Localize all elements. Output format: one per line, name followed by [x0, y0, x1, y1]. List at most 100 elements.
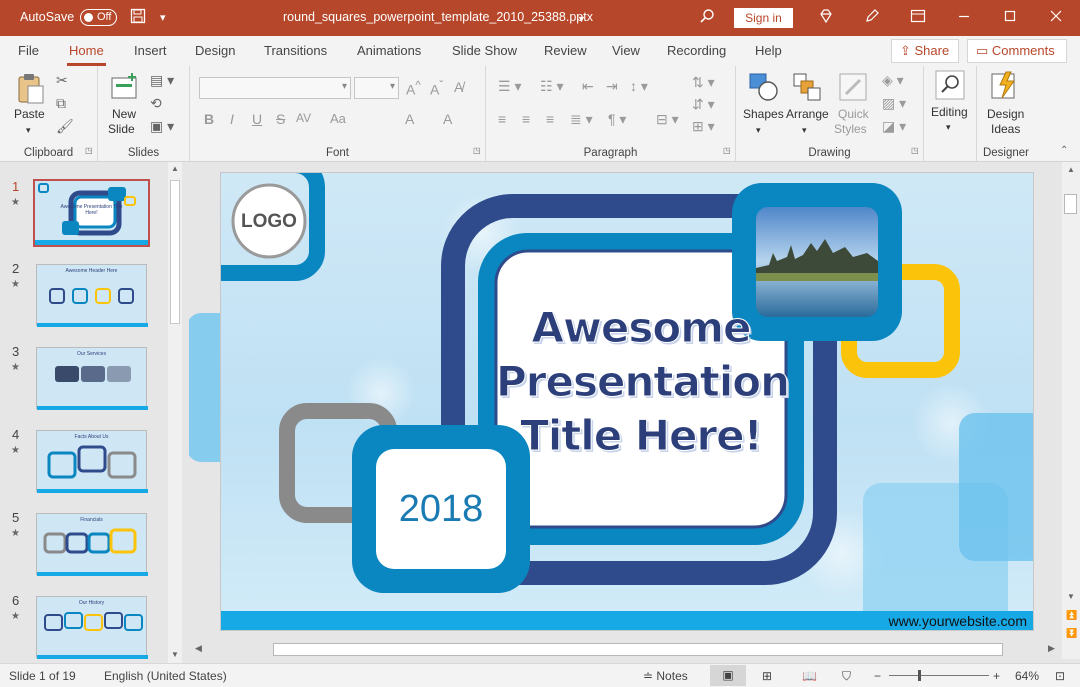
- arrange-icon[interactable]: [792, 72, 822, 105]
- new-slide-label-2[interactable]: Slide: [108, 122, 135, 137]
- slide-show-icon[interactable]: ⛉: [842, 669, 851, 684]
- reset-icon[interactable]: ⟲: [150, 95, 162, 112]
- slide-thumbnail-2[interactable]: Awesome Header Here: [36, 264, 148, 327]
- slide-thumbnail-6[interactable]: Our History: [36, 596, 148, 659]
- diamond-icon[interactable]: [818, 8, 834, 30]
- arrange-label[interactable]: Arrange: [786, 107, 829, 122]
- line-spacing-icon[interactable]: ↕ ▾: [630, 78, 648, 95]
- tab-insert[interactable]: Insert: [134, 43, 167, 58]
- zoom-in-icon[interactable]: +: [993, 669, 1000, 683]
- sign-in-button[interactable]: Sign in: [734, 8, 793, 28]
- slide-vertical-scrollbar[interactable]: ▲ ▼ ⏫ ⏬: [1062, 162, 1080, 659]
- paragraph-launcher-icon[interactable]: ◳: [723, 146, 731, 155]
- maximize-icon[interactable]: [1002, 8, 1018, 30]
- slide-thumbnail-3[interactable]: Our Services: [36, 347, 148, 410]
- quick-styles-label-1[interactable]: Quick: [838, 107, 869, 122]
- tab-slide-show[interactable]: Slide Show: [452, 43, 517, 58]
- scroll-up-icon[interactable]: ▲: [1067, 165, 1075, 174]
- comments-button[interactable]: ▭ Comments: [967, 39, 1067, 63]
- thumbnail-scrollbar[interactable]: ▲ ▼: [168, 162, 182, 663]
- search-icon[interactable]: [699, 8, 715, 30]
- cut-icon[interactable]: ✂: [56, 72, 68, 89]
- highlight-icon[interactable]: A: [405, 111, 414, 127]
- font-size-combo[interactable]: [354, 77, 399, 99]
- clear-formatting-icon[interactable]: A̸: [454, 79, 463, 95]
- italic-icon[interactable]: I: [230, 111, 234, 127]
- slide-horizontal-scrollbar[interactable]: ◀ ▶: [189, 640, 1062, 659]
- vertical-scroll-thumb[interactable]: [1064, 194, 1077, 214]
- title-dropdown-icon[interactable]: ▼: [577, 9, 586, 29]
- change-case-icon[interactable]: Aa: [330, 111, 346, 126]
- editing-icon[interactable]: [935, 70, 965, 103]
- tab-animations[interactable]: Animations: [357, 43, 421, 58]
- justify-icon[interactable]: ≣ ▾: [570, 111, 593, 128]
- smartart-icon[interactable]: ⊞ ▾: [692, 118, 715, 135]
- scroll-down-icon[interactable]: ▼: [1067, 592, 1075, 601]
- tab-help[interactable]: Help: [755, 43, 782, 58]
- format-painter-icon[interactable]: 🖌: [56, 118, 74, 135]
- shape-fill-icon[interactable]: ◈ ▾: [882, 72, 904, 89]
- section-icon[interactable]: ▣ ▾: [150, 118, 174, 135]
- shapes-dropdown-icon[interactable]: ▾: [756, 123, 761, 138]
- customize-qat-icon[interactable]: ▾: [160, 8, 166, 28]
- zoom-slider[interactable]: [889, 675, 989, 676]
- layout-icon[interactable]: ▤ ▾: [150, 72, 174, 89]
- arrange-dropdown-icon[interactable]: ▾: [802, 123, 807, 138]
- zoom-slider-thumb[interactable]: [918, 670, 921, 681]
- next-slide-icon[interactable]: ⏬: [1066, 628, 1077, 639]
- shapes-label[interactable]: Shapes: [743, 107, 784, 122]
- font-launcher-icon[interactable]: ◳: [473, 146, 481, 155]
- thumbnail-scroll-thumb[interactable]: [170, 180, 180, 324]
- slide-thumbnail-4[interactable]: Facts About Us: [36, 430, 148, 493]
- shapes-icon[interactable]: [748, 72, 780, 105]
- decrease-indent-icon[interactable]: ⇤: [582, 78, 594, 95]
- copy-icon[interactable]: ⧉: [56, 95, 66, 112]
- normal-view-icon[interactable]: ▣: [710, 665, 746, 686]
- year-label[interactable]: 2018: [376, 488, 506, 531]
- shape-effects-icon[interactable]: ◪ ▾: [882, 118, 906, 135]
- share-button[interactable]: ⇪ Share: [891, 39, 959, 63]
- quick-styles-icon[interactable]: [838, 72, 870, 105]
- increase-indent-icon[interactable]: ⇥: [606, 78, 618, 95]
- new-slide-icon[interactable]: [110, 72, 140, 103]
- slide-title[interactable]: Awesome Presentation Title Here!: [496, 301, 791, 463]
- bullets-icon[interactable]: ☰ ▾: [498, 78, 521, 95]
- bold-icon[interactable]: B: [204, 111, 214, 127]
- clipboard-launcher-icon[interactable]: ◳: [85, 146, 93, 155]
- ribbon-display-icon[interactable]: [910, 8, 926, 30]
- slide-1[interactable]: LOGO Awesome Presentation Title Here! 20…: [220, 172, 1034, 631]
- tab-review[interactable]: Review: [544, 43, 587, 58]
- align-center-icon[interactable]: ≡: [522, 111, 530, 127]
- website-url[interactable]: www.yourwebsite.com: [889, 613, 1028, 629]
- design-ideas-label-1[interactable]: Design: [987, 107, 1024, 122]
- align-left-icon[interactable]: ≡: [498, 111, 506, 127]
- align-right-icon[interactable]: ≡: [546, 111, 554, 127]
- scroll-down-icon[interactable]: ▼: [171, 650, 179, 659]
- slide-thumbnail-5[interactable]: Financials: [36, 513, 148, 576]
- tab-design[interactable]: Design: [195, 43, 235, 58]
- collapse-ribbon-icon[interactable]: ⌃: [1060, 145, 1068, 156]
- numbering-icon[interactable]: ☷ ▾: [540, 78, 563, 95]
- decrease-font-icon[interactable]: Aˇ: [430, 79, 443, 98]
- scroll-left-icon[interactable]: ◀: [195, 643, 202, 654]
- pen-icon[interactable]: [864, 8, 880, 30]
- logo-placeholder[interactable]: LOGO: [238, 211, 300, 233]
- font-color-icon[interactable]: A: [443, 111, 452, 127]
- previous-slide-icon[interactable]: ⏫: [1066, 610, 1077, 621]
- minimize-icon[interactable]: [956, 8, 972, 30]
- fit-to-window-icon[interactable]: ⊡: [1055, 669, 1065, 683]
- scroll-up-icon[interactable]: ▲: [171, 164, 179, 173]
- tab-recording[interactable]: Recording: [667, 43, 726, 58]
- increase-font-icon[interactable]: A^: [406, 79, 421, 98]
- paste-label[interactable]: Paste: [14, 107, 45, 122]
- language-indicator[interactable]: English (United States): [104, 669, 227, 683]
- text-direction-icon[interactable]: ⇅ ▾: [692, 74, 715, 91]
- reading-view-icon[interactable]: 📖: [802, 669, 817, 683]
- scroll-right-icon[interactable]: ▶: [1048, 643, 1055, 654]
- tab-view[interactable]: View: [612, 43, 640, 58]
- columns-icon[interactable]: ¶ ▾: [608, 111, 626, 128]
- notes-button[interactable]: ≐ Notes: [643, 669, 688, 683]
- paste-icon[interactable]: [16, 72, 46, 107]
- tab-file[interactable]: File: [18, 43, 39, 58]
- tab-home[interactable]: Home: [67, 43, 106, 66]
